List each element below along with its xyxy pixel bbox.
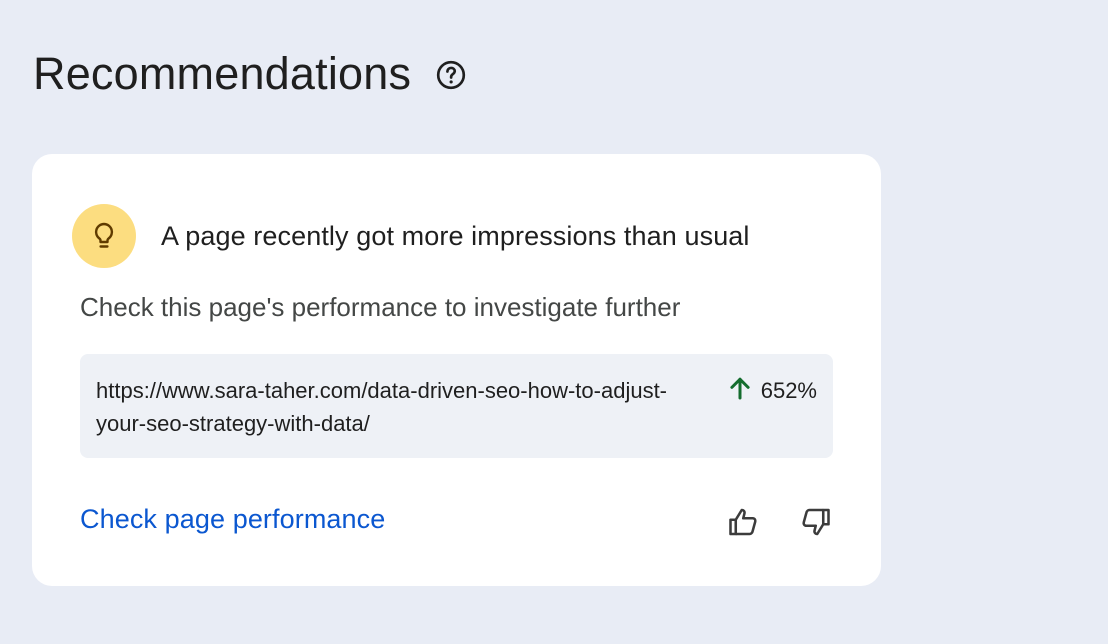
impressions-change: 652% (725, 374, 817, 407)
feedback-buttons (724, 504, 835, 544)
help-icon[interactable] (435, 59, 467, 91)
page-url[interactable]: https://www.sara-taher.com/data-driven-s… (96, 374, 676, 440)
lightbulb-icon (72, 204, 136, 268)
change-value: 652% (760, 377, 817, 403)
url-box: https://www.sara-taher.com/data-driven-s… (80, 354, 833, 458)
card-header: A page recently got more impressions tha… (72, 204, 750, 268)
thumbs-down-icon (797, 504, 833, 545)
recommendation-title: A page recently got more impressions tha… (161, 220, 750, 251)
arrow-up-icon (725, 373, 755, 408)
thumbs-up-button[interactable] (724, 504, 764, 544)
thumbs-down-button[interactable] (795, 504, 835, 544)
page-header: Recommendations (33, 44, 467, 104)
thumbs-up-icon (726, 504, 762, 545)
recommendation-description: Check this page's performance to investi… (80, 292, 681, 322)
page-title: Recommendations (33, 48, 412, 99)
recommendation-card: A page recently got more impressions tha… (32, 154, 881, 586)
check-page-performance-link[interactable]: Check page performance (80, 504, 385, 535)
